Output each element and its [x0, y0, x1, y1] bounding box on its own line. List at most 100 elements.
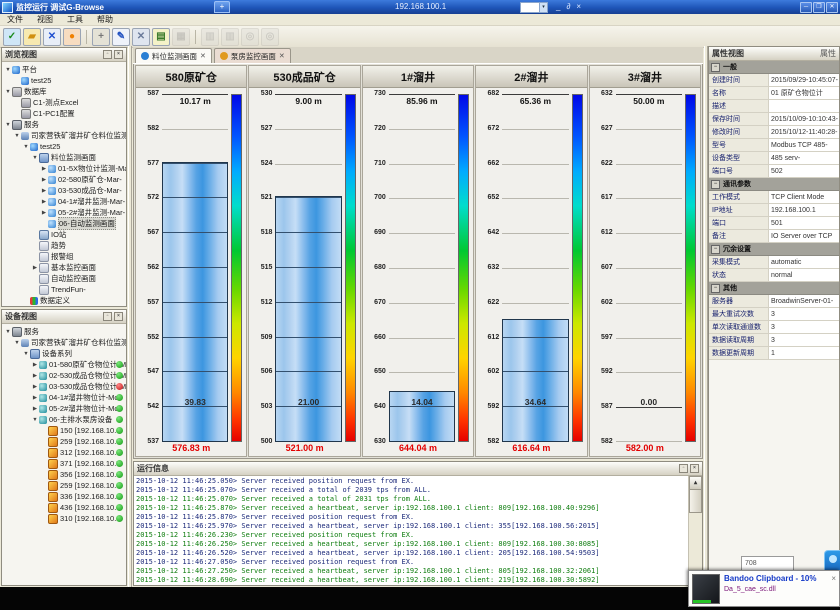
property-row[interactable]: 单次读取通道数3 — [709, 321, 839, 334]
tab-泵房监控画面[interactable]: 泵房监控画面✕ — [214, 48, 291, 63]
collapse-icon[interactable]: − — [711, 245, 720, 254]
log-scrollbar[interactable]: ▲ ▼ — [688, 476, 702, 585]
menu-item[interactable]: 工具 — [60, 14, 90, 25]
tree-item[interactable]: ▶04-1#溜井监测-Mar- — [2, 196, 126, 207]
property-row[interactable]: 状态normal — [709, 269, 839, 282]
property-row[interactable]: 数据更新周期1 — [709, 347, 839, 360]
tree-item[interactable]: ▶02-530成品仓物位计-Mo- — [2, 370, 126, 381]
property-row[interactable]: 工作模式TCP Client Mode — [709, 191, 839, 204]
property-row[interactable]: 端口501 — [709, 217, 839, 230]
tree-expander-icon[interactable]: ▶ — [40, 166, 48, 172]
collapse-icon[interactable]: − — [711, 284, 720, 293]
tree-item[interactable]: ▼料位监测画面 — [2, 152, 126, 163]
tree-item[interactable]: ▼设备系列 — [2, 348, 126, 359]
alarm-icon[interactable]: ● — [63, 28, 81, 46]
tree-item[interactable]: 150 [192.168.10.4- — [2, 425, 126, 436]
panel-pin-icon[interactable]: ▫ — [679, 464, 688, 473]
add-icon[interactable]: + — [92, 28, 110, 46]
disconnect-icon[interactable]: ✕ — [43, 28, 61, 46]
tree-item[interactable]: ▶02-580原矿仓-Mar- — [2, 174, 126, 185]
panel-close-icon[interactable]: × — [114, 50, 123, 59]
property-row[interactable]: 型号Modbus TCP 485- — [709, 139, 839, 152]
tree-item[interactable]: ▼平台 — [2, 64, 126, 75]
panel-pin-icon[interactable]: ▫ — [103, 50, 112, 59]
property-row[interactable]: 服务器BroadwinServer-01- — [709, 295, 839, 308]
tree-expander-icon[interactable]: ▶ — [31, 395, 39, 401]
tree-expander-icon[interactable]: ▶ — [31, 384, 39, 390]
connect-user-icon[interactable]: ✓ — [3, 28, 21, 46]
property-section[interactable]: −通讯参数 — [709, 178, 839, 191]
form-list-icon[interactable]: ▤ — [152, 28, 170, 46]
tree-item[interactable]: 356 [192.168.10.8- — [2, 469, 126, 480]
scroll-thumb[interactable] — [689, 489, 702, 513]
tree-item[interactable]: ▶03-530成品仓-Mar- — [2, 185, 126, 196]
collapse-icon[interactable]: − — [711, 63, 720, 72]
tree-item[interactable]: 259 [192.168.10.5- — [2, 436, 126, 447]
tree-expander-icon[interactable]: ▶ — [40, 199, 48, 205]
property-row[interactable]: 描述 — [709, 100, 839, 113]
property-row[interactable]: 名称01 原矿仓物位计 — [709, 87, 839, 100]
tree-expander-icon[interactable]: ▼ — [31, 417, 39, 423]
tree-item[interactable]: test25 — [2, 75, 126, 86]
open-folder-icon[interactable]: ▰ — [23, 28, 41, 46]
property-section[interactable]: −冗余设置 — [709, 243, 839, 256]
property-row[interactable]: 端口号502 — [709, 165, 839, 178]
property-section[interactable]: −其他 — [709, 282, 839, 295]
maximize-button[interactable]: ❐ — [813, 2, 825, 13]
tree-expander-icon[interactable]: ▶ — [40, 210, 48, 216]
tree-expander-icon[interactable]: ▼ — [13, 133, 21, 139]
tree-item[interactable]: ▶05-2#溜井物位计-Mo- — [2, 403, 126, 414]
tree-item[interactable]: ▶基本监控画面 — [2, 262, 126, 273]
minimize-button[interactable]: ─ — [800, 2, 812, 13]
tree-item[interactable]: 数据定义 — [2, 295, 126, 306]
tree-item[interactable]: ▶01-580原矿仓物位计-Mo- — [2, 359, 126, 370]
tree-expander-icon[interactable]: ▶ — [31, 406, 39, 412]
collapse-icon[interactable]: − — [711, 180, 720, 189]
tree-item[interactable]: C1-PC1配置 — [2, 108, 126, 119]
delete-icon[interactable]: ✕ — [132, 28, 150, 46]
tree-item[interactable]: ▶04-1#溜井物位计-Mo- — [2, 392, 126, 403]
tree-item[interactable]: 310 [192.168.10.1- — [2, 513, 126, 524]
tree-expander-icon[interactable]: ▼ — [4, 122, 12, 128]
tree-item[interactable]: ▼服务 — [2, 119, 126, 130]
new-tab-button[interactable]: + — [214, 1, 230, 13]
menu-item[interactable]: 文件 — [0, 14, 30, 25]
restore-icon[interactable]: ∂ — [566, 2, 570, 11]
tree-expander-icon[interactable]: ▶ — [31, 362, 39, 368]
properties-tab-label[interactable]: 属性 — [820, 48, 836, 59]
property-row[interactable]: IP地址192.168.100.1 — [709, 204, 839, 217]
panel-pin-icon[interactable]: ▫ — [103, 312, 112, 321]
menu-item[interactable]: 帮助 — [90, 14, 120, 25]
tree-item[interactable]: 259 [192.168.10.9- — [2, 480, 126, 491]
tree-item[interactable]: 自动监控画面 — [2, 273, 126, 284]
tree-item[interactable]: ▼服务 — [2, 326, 126, 337]
tree-item[interactable]: ▼司家营铁矿溜井矿仓料位监测- — [2, 337, 126, 348]
tree-item[interactable]: 436 [192.168.10.3- — [2, 502, 126, 513]
property-row[interactable]: 保存时间2015/10/09-10:10:43- — [709, 113, 839, 126]
tree-item[interactable]: C1-测点Excel — [2, 97, 126, 108]
property-row[interactable]: 数据读取周期3 — [709, 334, 839, 347]
tree-expander-icon[interactable]: ▼ — [22, 351, 30, 357]
tab-料位监测画面[interactable]: 料位监测画面✕ — [135, 48, 212, 63]
tree-item[interactable]: 06-自动监测画面 — [2, 218, 126, 229]
property-row[interactable]: 采集模式automatic — [709, 256, 839, 269]
panel-close-icon[interactable]: × — [114, 312, 123, 321]
close-button[interactable]: ✕ — [826, 2, 838, 13]
tree-item[interactable]: ▼司家营铁矿溜井矿仓料位监测- — [2, 130, 126, 141]
tree-item[interactable]: TrendFun- — [2, 284, 126, 295]
titlebar-combo[interactable]: ▾ — [520, 2, 548, 13]
property-section[interactable]: −一般 — [709, 61, 839, 74]
minimize-icon[interactable]: _ — [556, 2, 560, 11]
property-row[interactable]: 修改时间2015/10/12-11:40:28- — [709, 126, 839, 139]
tree-item[interactable]: 336 [192.168.10.2- — [2, 491, 126, 502]
clipboard-toast[interactable]: Bandoo Clipboard - 10% Da_5_cae_sc.dll × — [688, 570, 840, 607]
tree-expander-icon[interactable]: ▼ — [31, 155, 39, 161]
tree-expander-icon[interactable]: ▼ — [4, 89, 12, 95]
tree-expander-icon[interactable]: ▶ — [40, 188, 48, 194]
property-row[interactable]: 设备类型485 serv- — [709, 152, 839, 165]
menu-item[interactable]: 视图 — [30, 14, 60, 25]
tree-expander-icon[interactable]: ▼ — [4, 329, 12, 335]
tab-close-icon[interactable]: ✕ — [279, 52, 285, 60]
tree-item[interactable]: IO站 — [2, 229, 126, 240]
edit-icon[interactable]: ✎ — [112, 28, 130, 46]
